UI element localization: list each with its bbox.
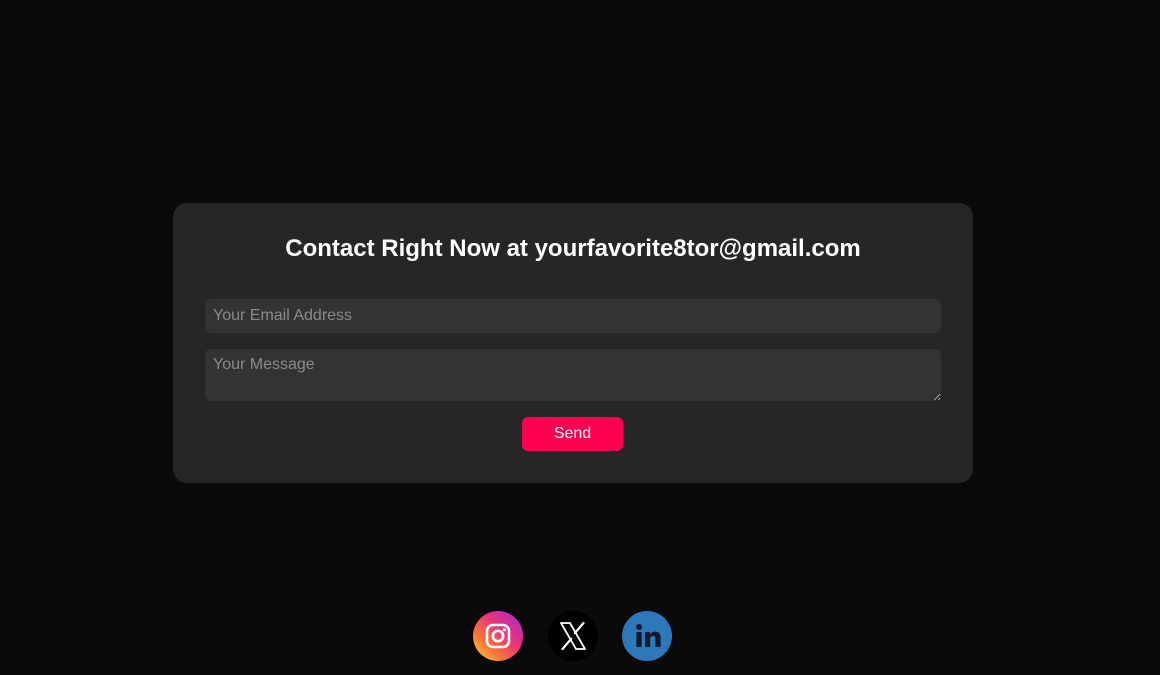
send-button[interactable]: Send xyxy=(522,417,623,451)
linkedin-link[interactable] xyxy=(622,611,672,661)
message-input[interactable] xyxy=(205,349,941,401)
instagram-link[interactable] xyxy=(473,611,523,661)
linkedin-icon xyxy=(636,624,661,647)
x-icon xyxy=(560,621,586,651)
instagram-icon xyxy=(485,623,511,649)
contact-card: Contact Right Now at yourfavorite8tor@gm… xyxy=(173,203,973,483)
page: Contact Right Now at yourfavorite8tor@gm… xyxy=(0,0,1160,675)
x-link[interactable] xyxy=(548,611,598,661)
email-input[interactable] xyxy=(205,299,941,333)
contact-title: Contact Right Now at yourfavorite8tor@gm… xyxy=(285,235,861,262)
